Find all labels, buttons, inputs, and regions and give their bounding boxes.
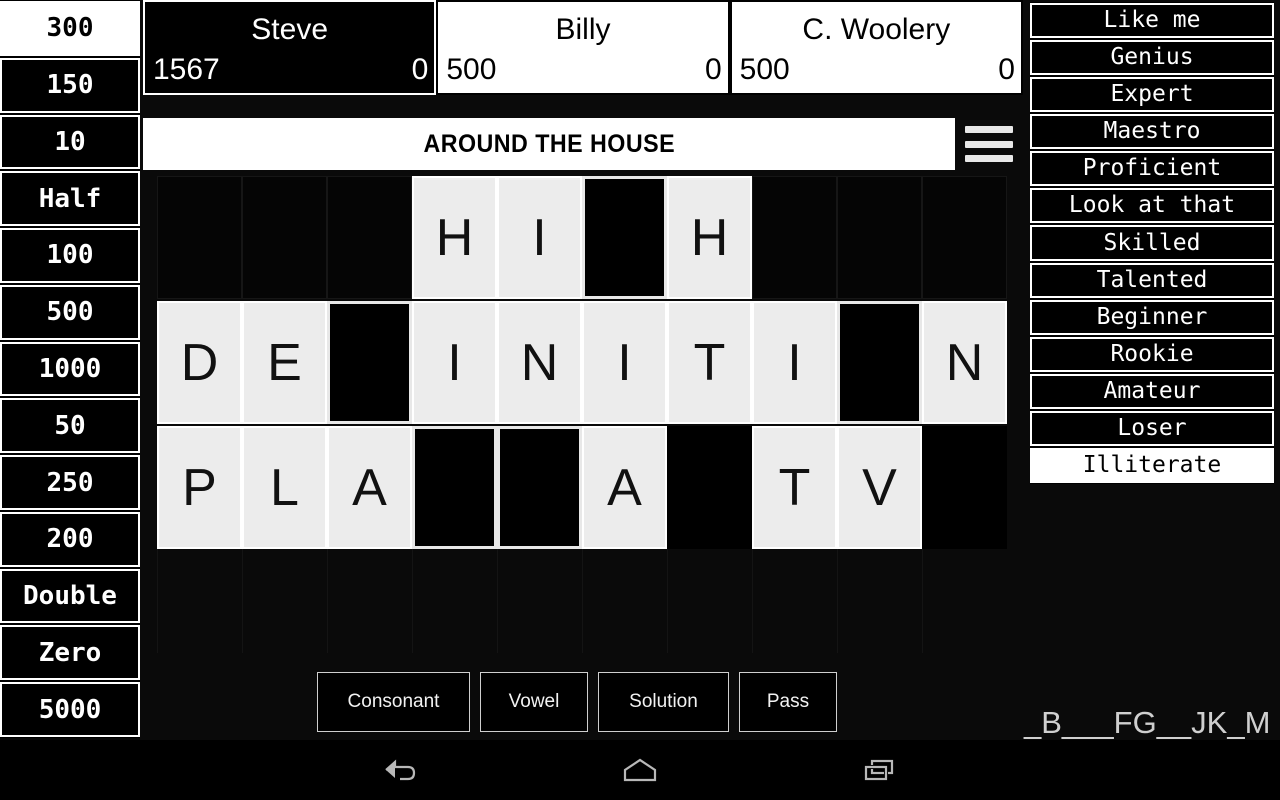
puzzle-letter-tile: H: [667, 176, 752, 299]
menu-bar-3: [965, 155, 1013, 162]
puzzle-letter-tile: D: [157, 301, 242, 424]
wheel-value-cell[interactable]: 10: [0, 114, 140, 170]
rank-list-item: Talented: [1030, 262, 1274, 298]
puzzle-board: HIHDEINITINPLAATV: [157, 176, 1007, 656]
wheel-value-cell[interactable]: 5000: [0, 682, 140, 737]
player-name: C. Woolery: [802, 12, 951, 46]
rank-list-item: Illiterate: [1030, 447, 1274, 484]
puzzle-empty-cell: [922, 176, 1007, 299]
menu-bar-2: [965, 140, 1013, 148]
rank-list-item: Maestro: [1030, 114, 1274, 150]
player-round-score: 0: [411, 53, 429, 86]
rank-list-item: Skilled: [1030, 225, 1274, 261]
rank-list-item: Expert: [1030, 77, 1274, 113]
home-icon[interactable]: [610, 750, 670, 790]
player-score-row: 500 0: [438, 53, 727, 93]
wheel-value-cell[interactable]: Double: [0, 568, 140, 624]
scoreboard: Steve 1567 0 Billy 500 0 C. Woolery 500 0: [143, 0, 1023, 95]
puzzle-empty-cell: [242, 176, 327, 299]
puzzle-empty-cell: [157, 176, 242, 299]
puzzle-letter-tile: H: [412, 176, 497, 299]
player-total-score: 500: [446, 53, 497, 86]
rank-list-item: Rookie: [1030, 336, 1274, 372]
puzzle-letter-tile: V: [837, 426, 922, 549]
solution-button[interactable]: Solution: [598, 672, 729, 732]
puzzle-letter-tile: P: [157, 426, 242, 549]
puzzle-blank-tile: [327, 301, 412, 424]
rank-list-item: Look at that: [1030, 188, 1274, 224]
wheel-value-cell[interactable]: 200: [0, 511, 140, 567]
player-panel[interactable]: C. Woolery 500 0: [729, 0, 1023, 95]
rank-list: Like me Genius Expert Maestro Proficient Look…: [1030, 2, 1274, 484]
wheel-value-cell[interactable]: Zero: [0, 625, 140, 681]
puzzle-letter-tile: I: [497, 176, 582, 299]
action-button-bar: Consonant Vowel Solution Pass: [317, 672, 877, 732]
player-name: Steve: [251, 12, 329, 46]
back-icon[interactable]: [370, 750, 430, 790]
player-name: Billy: [555, 12, 611, 46]
wheel-value-cell[interactable]: 1000: [0, 341, 140, 397]
player-round-score: 0: [998, 53, 1015, 86]
rank-list-item: Like me: [1030, 3, 1274, 39]
puzzle-letter-tile: N: [922, 301, 1007, 424]
recents-icon[interactable]: [850, 750, 910, 790]
consonant-button[interactable]: Consonant: [317, 672, 470, 732]
puzzle-board-row: DEINITIN: [157, 301, 1007, 426]
rank-list-item: Beginner: [1030, 299, 1274, 335]
puzzle-blank-tile: [837, 301, 922, 424]
puzzle-board-row: PLAATV: [157, 426, 1007, 551]
player-round-score: 0: [704, 53, 722, 86]
puzzle-letter-tile: L: [242, 426, 327, 549]
player-score-row: 500 0: [732, 53, 1021, 93]
puzzle-empty-cell: [752, 176, 837, 299]
puzzle-letter-tile: A: [327, 426, 412, 549]
puzzle-letter-tile: I: [582, 301, 667, 424]
puzzle-letter-tile: E: [242, 301, 327, 424]
puzzle-board-row: HIH: [157, 176, 1007, 301]
player-score-row: 1567 0: [145, 53, 434, 93]
wheel-value-cell[interactable]: 100: [0, 228, 140, 283]
wheel-value-cell[interactable]: 150: [0, 57, 140, 113]
wheel-value-cell[interactable]: 50: [0, 398, 140, 454]
wheel-value-cell[interactable]: 300: [0, 1, 140, 56]
vowel-button[interactable]: Vowel: [480, 672, 588, 732]
player-total-score: 500: [739, 53, 790, 86]
rank-list-item: Amateur: [1030, 373, 1274, 409]
menu-bar-1: [965, 126, 1013, 133]
rank-list-item: Genius: [1030, 40, 1274, 76]
game-screen: 300 150 10 Half 100 500 1000 50 250 200 Double Zero…: [0, 0, 1280, 800]
hamburger-menu-icon[interactable]: [965, 126, 1013, 162]
puzzle-letter-tile: I: [752, 301, 837, 424]
wheel-value-cell[interactable]: 500: [0, 284, 140, 340]
puzzle-blank-tile: [497, 426, 582, 549]
wheel-value-column: 300 150 10 Half 100 500 1000 50 250 200 Double Zero…: [0, 0, 140, 738]
puzzle-letter-tile: T: [667, 301, 752, 424]
puzzle-category-bar: AROUND THE HOUSE: [143, 118, 955, 170]
wheel-value-cell[interactable]: 250: [0, 455, 140, 510]
player-total-score: 1567: [153, 53, 220, 86]
wheel-value-cell[interactable]: Half: [0, 171, 140, 227]
puzzle-empty-cell: [327, 176, 412, 299]
player-panel[interactable]: Billy 500 0: [436, 0, 730, 95]
player-panel[interactable]: Steve 1567 0: [143, 0, 437, 95]
puzzle-category-label: AROUND THE HOUSE: [423, 129, 675, 158]
rank-list-item: Proficient: [1030, 151, 1274, 187]
rank-list-item: Loser: [1030, 410, 1274, 446]
puzzle-empty-cell: [837, 176, 922, 299]
pass-button[interactable]: Pass: [739, 672, 837, 732]
puzzle-empty-cell: [667, 426, 752, 549]
puzzle-blank-tile: [412, 426, 497, 549]
puzzle-letter-tile: T: [752, 426, 837, 549]
puzzle-letter-tile: N: [497, 301, 582, 424]
puzzle-letter-tile: A: [582, 426, 667, 549]
puzzle-blank-tile: [582, 176, 667, 299]
puzzle-letter-tile: I: [412, 301, 497, 424]
puzzle-empty-cell: [922, 426, 1007, 549]
android-navigation-bar: [0, 740, 1280, 800]
